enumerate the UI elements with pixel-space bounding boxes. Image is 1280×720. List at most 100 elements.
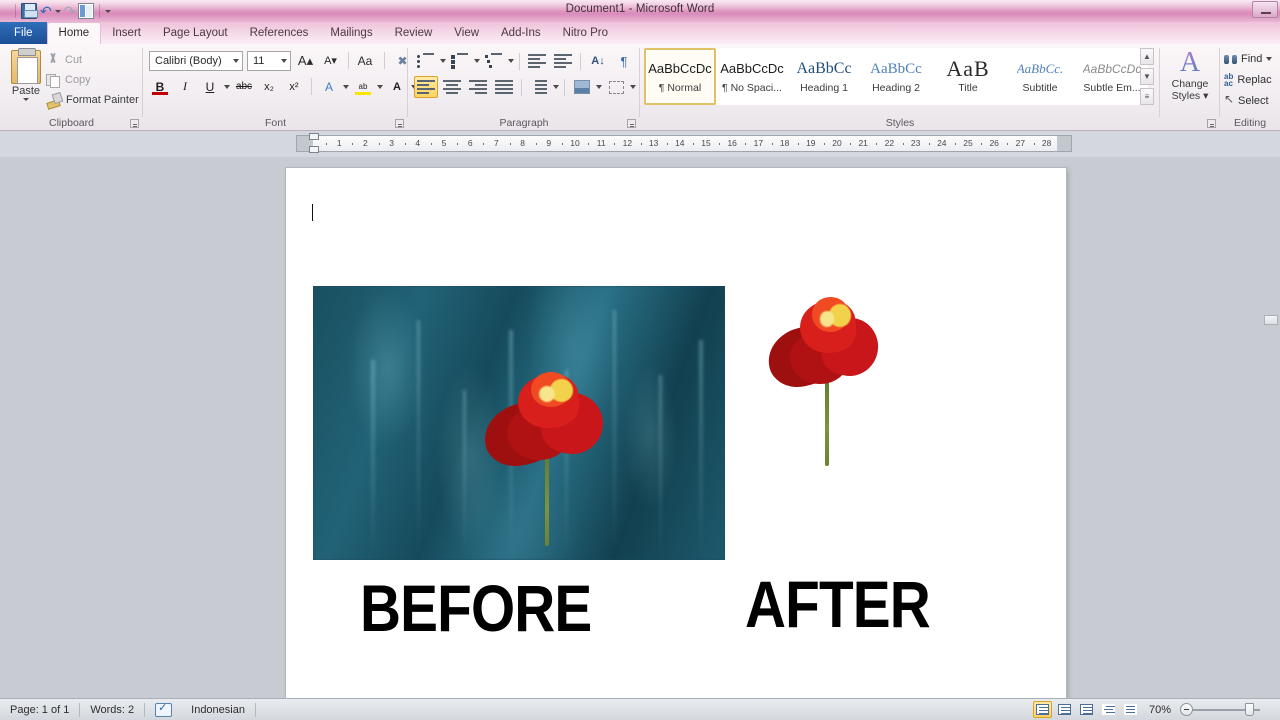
style-heading-1[interactable]: AaBbCс Heading 1 xyxy=(788,48,860,105)
view-draft-button[interactable] xyxy=(1121,701,1140,718)
language-indicator[interactable]: Indonesian xyxy=(181,701,255,719)
styles-more-icon[interactable]: ≡ xyxy=(1140,88,1154,105)
clipboard-dialog-launcher[interactable] xyxy=(130,119,139,128)
multilevel-list-icon xyxy=(484,53,504,69)
zoom-out-icon[interactable] xyxy=(1180,703,1193,716)
style-heading-2[interactable]: AaBbCc Heading 2 xyxy=(860,48,932,105)
font-size-combo[interactable]: 11 xyxy=(247,50,291,71)
line-spacing-caret-icon[interactable] xyxy=(553,85,559,89)
before-image[interactable] xyxy=(313,286,725,560)
ruler-number: 12 xyxy=(622,138,633,148)
hanging-indent-marker[interactable] xyxy=(309,146,319,153)
find-label: Find xyxy=(1241,53,1263,65)
page-indicator[interactable]: Page: 1 of 1 xyxy=(0,701,79,719)
replace-label: Replac xyxy=(1237,74,1272,86)
style-no-spacing[interactable]: AaBbCcDc ¶ No Spaci... xyxy=(716,48,788,105)
numbering-caret-icon[interactable] xyxy=(474,59,480,63)
font-dialog-launcher[interactable] xyxy=(395,119,404,128)
paragraph-dialog-launcher[interactable] xyxy=(627,119,636,128)
line-spacing-button[interactable] xyxy=(527,76,551,98)
superscript-button[interactable]: x² xyxy=(283,76,305,97)
tab-references[interactable]: References xyxy=(239,23,320,44)
paste-dropdown-caret-icon[interactable] xyxy=(23,98,29,101)
horizontal-ruler[interactable]: 1 2 3 4 5 6 7 8 9 10 11 12 13 14 15 16 17 18 19 20 21 22 23 24 2… xyxy=(296,133,1072,153)
tab-file[interactable]: File xyxy=(0,22,47,44)
ruler-number: 18 xyxy=(779,138,790,148)
zoom-slider-handle[interactable] xyxy=(1245,702,1254,716)
proofing-status[interactable] xyxy=(145,701,181,719)
multilevel-caret-icon[interactable] xyxy=(508,59,514,63)
strikethrough-button[interactable]: abc xyxy=(233,76,255,97)
highlight-button[interactable]: ab xyxy=(352,76,374,97)
font-name-combo[interactable]: Calibri (Body) xyxy=(149,50,243,71)
minimize-button[interactable] xyxy=(1252,1,1278,18)
text-effects-button[interactable]: A xyxy=(318,76,340,97)
underline-caret-icon[interactable] xyxy=(224,84,230,89)
bullets-caret-icon[interactable] xyxy=(440,59,446,63)
borders-caret-icon[interactable] xyxy=(630,85,636,89)
decrease-indent-button[interactable] xyxy=(525,50,549,72)
shading-caret-icon[interactable] xyxy=(596,85,602,89)
styles-dialog-launcher[interactable] xyxy=(1207,119,1216,128)
zoom-level[interactable]: 70% xyxy=(1143,704,1177,716)
first-line-indent-marker[interactable] xyxy=(309,133,319,140)
grow-font-button[interactable]: A ▴ xyxy=(295,50,316,71)
styles-scroll-down-icon[interactable]: ▼ xyxy=(1140,68,1154,85)
tab-insert[interactable]: Insert xyxy=(101,23,152,44)
tab-add-ins[interactable]: Add-Ins xyxy=(490,23,552,44)
select-button[interactable]: Select xyxy=(1224,92,1269,110)
view-print-layout-button[interactable] xyxy=(1032,701,1052,718)
font-color-button[interactable]: A xyxy=(152,76,408,97)
zoom-slider[interactable] xyxy=(1180,702,1272,717)
style-subtle-emphasis[interactable]: AaBbCcDc Subtle Em... xyxy=(1076,48,1148,105)
replace-button[interactable]: ab ac Replac xyxy=(1224,71,1272,89)
split-window-button[interactable] xyxy=(1264,315,1278,325)
after-image[interactable] xyxy=(762,294,966,484)
tab-view[interactable]: View xyxy=(443,23,490,44)
increase-indent-button[interactable] xyxy=(551,50,575,72)
ruler-tick xyxy=(692,143,694,145)
copy-button[interactable]: Copy xyxy=(46,70,91,89)
shrink-font-button[interactable]: A ▾ xyxy=(320,50,341,71)
find-caret-icon[interactable] xyxy=(1266,57,1273,61)
find-button[interactable]: Find xyxy=(1224,50,1273,68)
word-count[interactable]: Words: 2 xyxy=(80,701,144,719)
styles-scroll-up-icon[interactable]: ▲ xyxy=(1140,48,1154,65)
show-formatting-marks-button[interactable]: ¶ xyxy=(612,50,636,72)
tab-mailings[interactable]: Mailings xyxy=(319,23,383,44)
document-page[interactable]: BEFORE AFTER xyxy=(286,168,1066,698)
change-styles-button[interactable]: A Change Styles ▾ xyxy=(1164,48,1216,103)
align-right-button[interactable] xyxy=(466,76,490,98)
style-normal[interactable]: AaBbCcDc ¶ Normal xyxy=(644,48,716,105)
paste-button[interactable]: Paste xyxy=(5,48,47,110)
view-full-screen-reading-button[interactable] xyxy=(1055,701,1074,718)
scissors-icon xyxy=(46,53,60,67)
style-title[interactable]: AaB Title xyxy=(932,48,1004,105)
tab-home[interactable]: Home xyxy=(46,22,102,44)
change-case-button[interactable]: Aa xyxy=(356,50,377,71)
subscript-button[interactable]: x₂ xyxy=(258,76,280,97)
tab-review[interactable]: Review xyxy=(384,23,444,44)
sort-button[interactable]: A↓ xyxy=(586,50,610,72)
numbering-button[interactable] xyxy=(448,50,472,72)
align-left-button[interactable] xyxy=(414,76,438,98)
format-painter-button[interactable]: Format Painter xyxy=(46,90,139,109)
italic-button[interactable]: I xyxy=(174,76,196,97)
underline-button[interactable]: U xyxy=(199,76,221,97)
justify-button[interactable] xyxy=(492,76,516,98)
bullets-button[interactable] xyxy=(414,50,438,72)
highlight-caret-icon[interactable] xyxy=(377,84,383,89)
ruler-tick xyxy=(876,143,878,145)
tab-nitro-pro[interactable]: Nitro Pro xyxy=(552,23,619,44)
text-effects-caret-icon[interactable] xyxy=(343,84,349,89)
view-outline-button[interactable] xyxy=(1099,701,1118,718)
multilevel-list-button[interactable] xyxy=(482,50,506,72)
align-center-button[interactable] xyxy=(440,76,464,98)
borders-button[interactable] xyxy=(604,76,628,98)
style-subtitle[interactable]: AaBbCc. Subtitle xyxy=(1004,48,1076,105)
shading-button[interactable] xyxy=(570,76,594,98)
view-web-layout-button[interactable] xyxy=(1077,701,1096,718)
document-canvas[interactable]: BEFORE AFTER xyxy=(0,157,1280,698)
tab-page-layout[interactable]: Page Layout xyxy=(152,23,239,44)
cut-button[interactable]: Cut xyxy=(46,50,82,69)
